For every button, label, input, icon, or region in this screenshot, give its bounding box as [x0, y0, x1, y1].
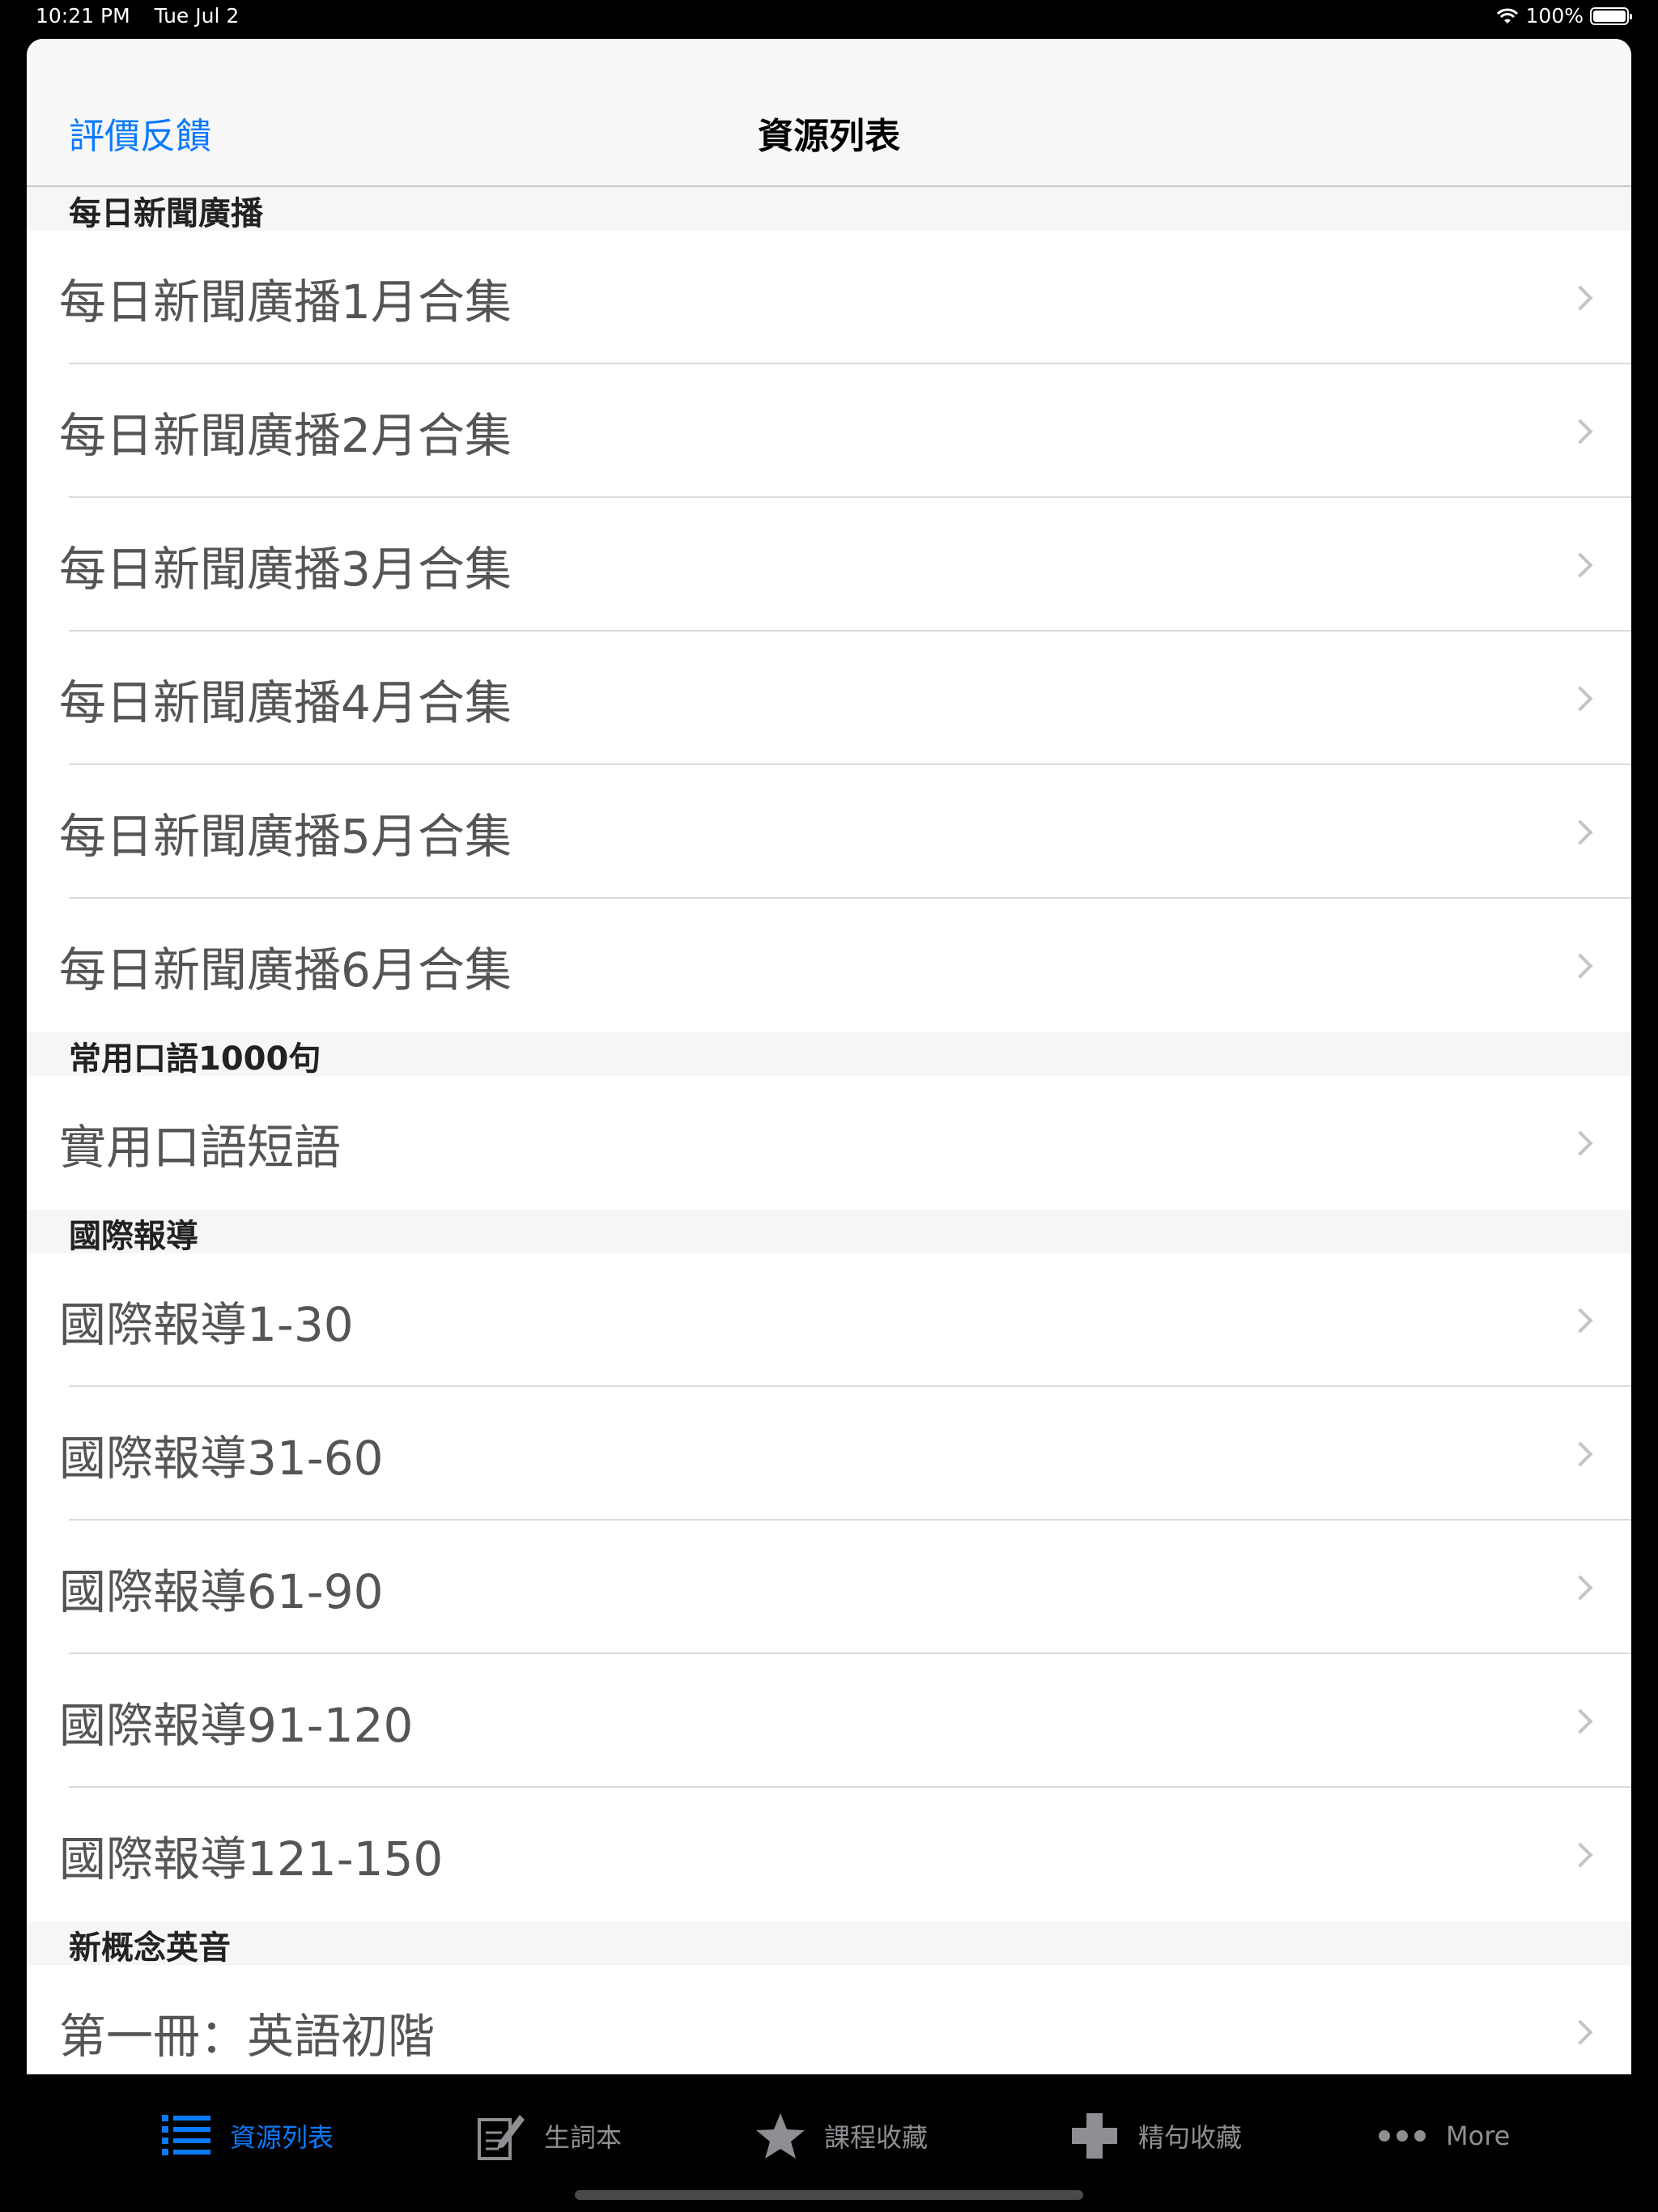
- tab-2[interactable]: 生詞本: [474, 2104, 622, 2168]
- chevron-right-icon: [1567, 418, 1593, 445]
- resource-list[interactable]: 每日新聞廣播每日新聞廣播1月合集 每日新聞廣播2月合集 每日新聞廣播3月合集 每日新聞…: [27, 187, 1631, 2074]
- list-item[interactable]: 每日新聞廣播1月合集: [27, 231, 1631, 364]
- section-header: 每日新聞廣播: [27, 187, 1631, 232]
- tab-label: More: [1446, 2121, 1511, 2151]
- tab-label: 課程收藏: [824, 2122, 929, 2153]
- chevron-right-icon: [1567, 685, 1593, 712]
- list-item[interactable]: 國際報導61-90: [27, 1521, 1631, 1654]
- status-left: 10:21 PM Tue Jul 2: [36, 4, 257, 28]
- list-item-label: 國際報導31-60: [59, 1430, 384, 1486]
- list-item-label: 每日新聞廣播3月合集: [59, 541, 512, 597]
- list-item-label: 第一冊：英語初階: [59, 2008, 436, 2064]
- wifi-icon: [1496, 8, 1518, 23]
- battery-cap: [1630, 13, 1632, 19]
- chevron-right-icon: [1567, 1574, 1593, 1601]
- status-bar: 10:21 PM Tue Jul 2 100%: [0, 0, 1658, 36]
- section-header-label: 國際報導: [69, 1218, 198, 1255]
- list-item-label: 每日新聞廣播4月合集: [59, 674, 512, 730]
- list-item[interactable]: 實用口語短語: [27, 1076, 1631, 1210]
- list-item[interactable]: 每日新聞廣播4月合集: [27, 632, 1631, 765]
- more-dots-icon: [1376, 2110, 1428, 2162]
- chevron-right-icon: [1567, 2018, 1593, 2045]
- chevron-right-icon: [1567, 1708, 1593, 1734]
- tab-1[interactable]: 資源列表: [160, 2104, 334, 2168]
- tab-label: 生詞本: [544, 2122, 623, 2153]
- tab-5[interactable]: More: [1376, 2104, 1510, 2168]
- chevron-right-icon: [1567, 551, 1593, 578]
- list-item-label: 國際報導121-150: [59, 1831, 444, 1887]
- modal-sheet: 評價反饋 資源列表 每日新聞廣播每日新聞廣播1月合集 每日新聞廣播2月合集 每日新聞…: [27, 39, 1631, 2074]
- section-header: 國際報導: [27, 1210, 1631, 1255]
- notebook-pen-icon: [474, 2110, 526, 2162]
- list-item[interactable]: 國際報導1-30: [27, 1253, 1631, 1387]
- list-item-label: 國際報導61-90: [59, 1563, 384, 1619]
- chevron-right-icon: [1567, 1307, 1593, 1334]
- list-item-label: 國際報導1-30: [59, 1296, 354, 1352]
- list-item-label: 每日新聞廣播5月合集: [59, 808, 512, 864]
- list-item-label: 每日新聞廣播6月合集: [59, 942, 512, 998]
- navigation-bar: 評價反饋 資源列表: [27, 39, 1631, 187]
- list-icon: [160, 2110, 212, 2162]
- star-icon: [755, 2110, 806, 2162]
- battery-icon: [1590, 6, 1632, 25]
- battery-percent: 100%: [1525, 4, 1584, 28]
- section-header: 新概念英音: [27, 1921, 1631, 1967]
- list-item-label: 每日新聞廣播1月合集: [59, 274, 512, 330]
- chevron-right-icon: [1567, 284, 1593, 311]
- battery-fill: [1593, 10, 1626, 22]
- section-header-label: 新概念英音: [69, 1929, 231, 1967]
- status-date: Tue Jul 2: [154, 4, 240, 28]
- chevron-right-icon: [1567, 1841, 1593, 1868]
- section-header-label: 常用口語1000句: [69, 1040, 321, 1078]
- tab-3[interactable]: 課程收藏: [755, 2104, 928, 2168]
- chevron-right-icon: [1567, 952, 1593, 979]
- chevron-right-icon: [1567, 1440, 1593, 1467]
- section-header-label: 每日新聞廣播: [69, 195, 263, 232]
- list-item[interactable]: 每日新聞廣播5月合集: [27, 765, 1631, 899]
- list-item-label: 每日新聞廣播2月合集: [59, 407, 512, 463]
- list-item-label: 國際報導91-120: [59, 1697, 414, 1753]
- list-item[interactable]: 國際報導121-150: [27, 1788, 1631, 1921]
- tab-label: 精句收藏: [1138, 2122, 1243, 2153]
- status-time: 10:21 PM: [36, 4, 130, 28]
- list-item[interactable]: 國際報導91-120: [27, 1654, 1631, 1788]
- list-item[interactable]: 每日新聞廣播6月合集: [27, 899, 1631, 1032]
- home-indicator: [575, 2190, 1083, 2200]
- list-item[interactable]: 每日新聞廣播2月合集: [27, 364, 1631, 498]
- list-item-label: 實用口語短語: [59, 1119, 342, 1175]
- page-title: 資源列表: [758, 116, 900, 157]
- chevron-right-icon: [1567, 1129, 1593, 1156]
- list-item[interactable]: 第一冊：英語初階: [27, 1965, 1631, 2074]
- tab-4[interactable]: 精句收藏: [1069, 2104, 1242, 2168]
- status-right: 100%: [1495, 4, 1632, 28]
- tab-label: 資源列表: [230, 2122, 334, 2153]
- plus-icon: [1069, 2110, 1120, 2162]
- chevron-right-icon: [1567, 819, 1593, 845]
- section-header: 常用口語1000句: [27, 1032, 1631, 1078]
- list-item[interactable]: 國際報導31-60: [27, 1387, 1631, 1521]
- list-item[interactable]: 每日新聞廣播3月合集: [27, 498, 1631, 632]
